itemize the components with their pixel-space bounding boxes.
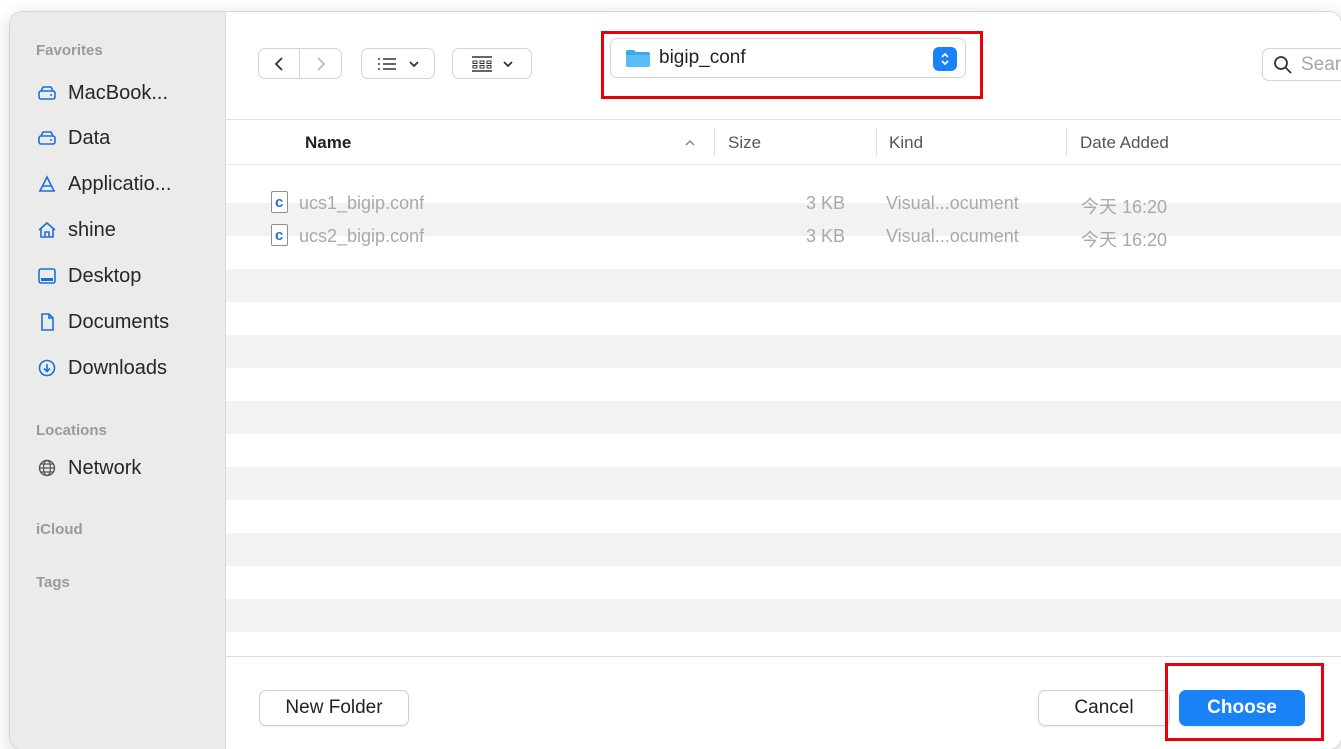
sidebar-item-downloads[interactable]: Downloads xyxy=(36,353,167,383)
drive-icon xyxy=(36,128,58,148)
column-header-bar: Name Size Kind Date Added xyxy=(226,120,1341,165)
file-name: ucs2_bigip.conf xyxy=(299,226,425,246)
sidebar-item-network[interactable]: Network xyxy=(36,453,141,483)
sidebar-section-locations: Locations xyxy=(36,422,107,439)
sidebar-item-label: shine xyxy=(68,218,116,241)
forward-button[interactable] xyxy=(300,49,341,78)
file-row[interactable]: c ucs1_bigip.conf 3 KB Visual...ocument … xyxy=(226,187,1341,220)
row-stripe xyxy=(226,599,1341,632)
row-stripe xyxy=(226,467,1341,500)
search-field[interactable]: Search xyxy=(1262,48,1341,81)
column-separator xyxy=(714,128,715,156)
sidebar-item-label: Data xyxy=(68,126,111,149)
c-file-icon: c xyxy=(271,191,288,213)
row-stripe xyxy=(226,335,1341,368)
file-chooser-dialog: Favorites MacBook... Data Applicatio... … xyxy=(10,12,1341,749)
home-icon xyxy=(36,220,58,240)
chevron-down-icon xyxy=(409,60,419,67)
sidebar: Favorites MacBook... Data Applicatio... … xyxy=(10,12,226,749)
sidebar-item-macbook[interactable]: MacBook... xyxy=(36,78,168,108)
row-stripe xyxy=(226,401,1341,434)
back-forward-control xyxy=(258,48,342,79)
file-kind: Visual...ocument xyxy=(886,226,1019,246)
new-folder-button[interactable]: New Folder xyxy=(259,690,409,726)
sidebar-item-documents[interactable]: Documents xyxy=(36,307,169,337)
file-date-added: 今天 16:20 xyxy=(1081,230,1168,250)
column-separator xyxy=(1066,128,1067,156)
sidebar-item-label: Documents xyxy=(68,310,170,333)
column-header-date-added[interactable]: Date Added xyxy=(1080,133,1169,153)
column-header-name[interactable]: Name xyxy=(305,133,351,153)
file-size: 3 KB xyxy=(806,193,846,213)
sidebar-item-label: Desktop xyxy=(68,264,142,287)
row-stripe xyxy=(226,533,1341,566)
file-list: c ucs1_bigip.conf 3 KB Visual...ocument … xyxy=(226,166,1341,656)
c-file-icon: c xyxy=(271,224,288,246)
column-header-size[interactable]: Size xyxy=(728,133,761,153)
chevron-right-icon xyxy=(316,56,325,71)
sidebar-item-desktop[interactable]: Desktop xyxy=(36,261,141,291)
drive-icon xyxy=(36,83,58,103)
search-icon xyxy=(1274,55,1292,74)
sidebar-item-applications[interactable]: Applicatio... xyxy=(36,169,171,199)
applications-icon xyxy=(36,174,58,194)
chevron-down-icon xyxy=(503,60,513,67)
sidebar-item-label: MacBook... xyxy=(68,81,169,104)
file-size: 3 KB xyxy=(806,226,846,246)
sidebar-item-data[interactable]: Data xyxy=(36,123,110,153)
back-button[interactable] xyxy=(259,49,301,78)
sidebar-item-label: Network xyxy=(68,456,142,479)
row-stripe xyxy=(226,269,1341,302)
sidebar-section-tags[interactable]: Tags xyxy=(36,574,70,591)
sort-ascending-icon xyxy=(685,139,695,146)
folder-popup-highlight-box xyxy=(601,31,983,99)
column-separator xyxy=(876,128,877,156)
downloads-icon xyxy=(36,358,58,378)
group-view-button[interactable] xyxy=(452,48,532,79)
file-row[interactable]: c ucs2_bigip.conf 3 KB Visual...ocument … xyxy=(226,220,1341,253)
grid-icon xyxy=(472,55,492,72)
document-icon xyxy=(36,312,58,332)
file-kind: Visual...ocument xyxy=(886,193,1019,213)
choose-button-highlight-box xyxy=(1165,663,1324,741)
sidebar-item-label: Applicatio... xyxy=(68,172,172,195)
desktop-icon xyxy=(36,266,58,286)
file-date-added: 今天 16:20 xyxy=(1081,197,1168,217)
sidebar-item-shine[interactable]: shine xyxy=(36,215,116,245)
network-icon xyxy=(36,458,58,478)
sidebar-section-favorites: Favorites xyxy=(36,42,103,59)
cancel-button[interactable]: Cancel xyxy=(1038,690,1170,726)
list-icon xyxy=(378,57,396,70)
chevron-left-icon xyxy=(274,56,283,71)
search-placeholder: Search xyxy=(1301,53,1341,75)
sidebar-section-icloud[interactable]: iCloud xyxy=(36,521,83,538)
column-header-kind[interactable]: Kind xyxy=(889,133,923,153)
file-name: ucs1_bigip.conf xyxy=(299,193,425,213)
sidebar-item-label: Downloads xyxy=(68,356,167,379)
list-view-button[interactable] xyxy=(361,48,435,79)
